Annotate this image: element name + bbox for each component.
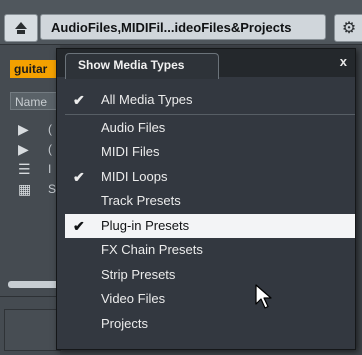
media-toolbar: AudioFiles,MIDIFil...ideoFiles&Projects … [0, 0, 362, 45]
menu-item-audio-files[interactable]: Audio Files [65, 116, 355, 141]
menu-item-label: Strip Presets [101, 266, 176, 282]
result-row-label: ( [48, 122, 52, 136]
menu-item-label: Projects [101, 315, 148, 331]
menu-item-midi-loops[interactable]: ✔ MIDI Loops [65, 165, 355, 190]
menu-item-track-presets[interactable]: Track Presets [65, 189, 355, 214]
menu-item-midi-files[interactable]: MIDI Files [65, 140, 355, 165]
menu-item-label: FX Chain Presets [101, 242, 203, 257]
divider [0, 296, 60, 297]
menu-item-label: MIDI Loops [101, 168, 168, 184]
checkmark-icon: ✔ [73, 92, 85, 108]
name-column-header[interactable]: Name [10, 92, 60, 110]
media-types-menu: ✔ All Media Types Audio Files MIDI Files ✔… [65, 88, 355, 336]
list-icon[interactable]: ☰ [18, 161, 34, 177]
play-triangle-icon[interactable]: ▶ [18, 121, 34, 137]
menu-item-plug-in-presets[interactable]: ✔ Plug-in Presets [65, 213, 355, 238]
media-path-field[interactable]: AudioFiles,MIDIFil...ideoFiles&Projects [40, 14, 326, 40]
gear-icon: ⚙ [341, 20, 357, 37]
menu-item-label: Plug-in Presets [101, 217, 190, 233]
menu-item-projects[interactable]: Projects [65, 312, 355, 337]
menu-item-all-media-types[interactable]: ✔ All Media Types [65, 88, 355, 113]
home-up-icon [15, 22, 27, 34]
menu-item-strip-presets[interactable]: Strip Presets [65, 263, 355, 288]
result-row-label: I [48, 162, 52, 176]
checkmark-icon: ✔ [73, 168, 85, 185]
horizontal-scrollbar[interactable] [8, 281, 60, 288]
checkmark-icon: ✔ [73, 217, 85, 234]
settings-button[interactable]: ⚙ [334, 14, 362, 42]
menu-item-label: All Media Types [101, 92, 193, 107]
menu-item-label: Video Files [101, 291, 166, 306]
play-triangle-icon[interactable]: ▶ [18, 141, 34, 157]
filter-tag-chip[interactable]: guitar [10, 60, 60, 78]
close-button[interactable]: x [340, 54, 347, 69]
home-button[interactable] [4, 14, 38, 42]
show-media-types-popup: Show Media Types x ✔ All Media Types Aud… [56, 48, 356, 350]
menu-item-label: Audio Files [101, 119, 166, 135]
grid-icon[interactable]: ▦ [18, 181, 34, 197]
popup-title: Show Media Types [65, 53, 219, 79]
mouse-pointer-icon [255, 284, 272, 309]
preview-panel [4, 309, 61, 351]
menu-item-label: Track Presets [101, 193, 181, 208]
menu-item-label: MIDI Files [101, 144, 160, 159]
result-row-label: ( [48, 142, 52, 156]
result-row-label: S [48, 182, 57, 196]
menu-item-video-files[interactable]: Video Files [65, 287, 355, 312]
menu-item-fx-chain-presets[interactable]: FX Chain Presets [65, 238, 355, 263]
menu-separator [65, 113, 355, 115]
